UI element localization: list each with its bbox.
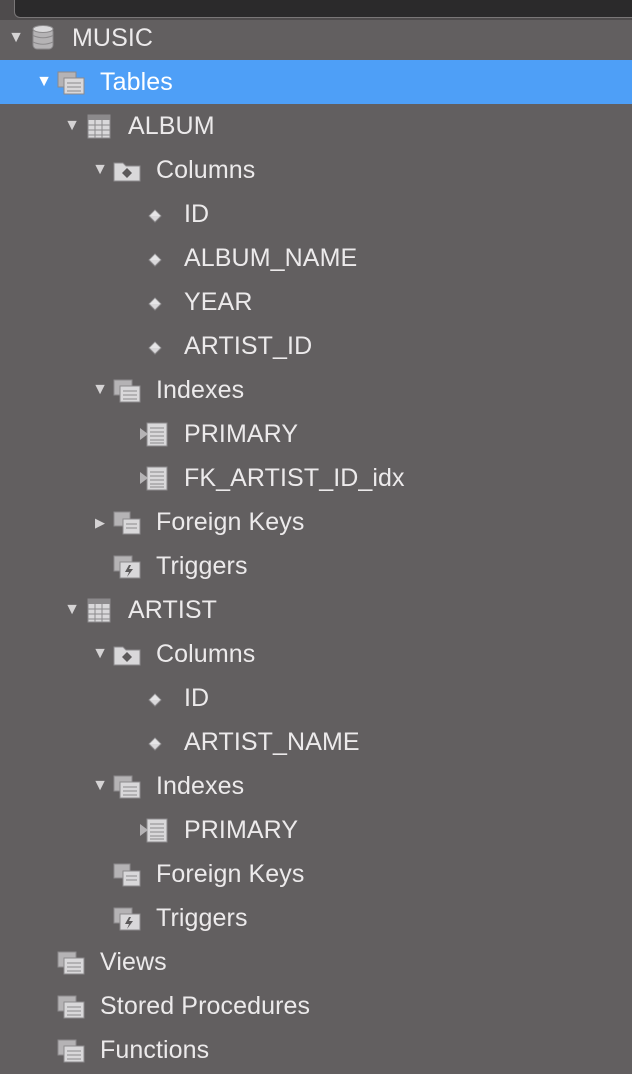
disclosure-expanded-icon[interactable]: ▼: [33, 60, 55, 104]
index-icon: [140, 420, 170, 448]
database-icon: [28, 24, 58, 52]
column-diamond-icon: [140, 728, 170, 756]
tree-row-label: PRIMARY: [184, 816, 299, 844]
tree-row-label: ID: [184, 200, 210, 228]
tables-folder-icon: [56, 68, 86, 96]
column-diamond-icon: [140, 244, 170, 272]
table-icon: [84, 112, 114, 140]
tree-row-label: FK_ARTIST_ID_idx: [184, 464, 405, 492]
tree-row-artist[interactable]: ▼ ARTIST: [0, 588, 632, 632]
disclosure-expanded-icon[interactable]: ▼: [89, 632, 111, 676]
tree-row-label: Indexes: [156, 376, 245, 404]
indexes-folder-icon: [112, 772, 142, 800]
disclosure-expanded-icon[interactable]: ▼: [89, 764, 111, 808]
tree-row-label: Triggers: [156, 904, 248, 932]
tree-row-label: ARTIST_NAME: [184, 728, 360, 756]
disclosure-expanded-icon[interactable]: ▼: [89, 368, 111, 412]
tree-row-label: Columns: [156, 640, 256, 668]
tree-row-album[interactable]: ▼ ALBUM: [0, 104, 632, 148]
tree-row-label: Tables: [100, 68, 173, 96]
index-icon: [140, 464, 170, 492]
column-diamond-icon: [140, 200, 170, 228]
schema-tree: ▼ MUSIC ▼ Tables ▼ ALBUM ▼ Columns ID AL…: [0, 16, 632, 1072]
tree-row-label: Triggers: [156, 552, 248, 580]
tree-row-label: ARTIST_ID: [184, 332, 313, 360]
column-diamond-icon: [140, 332, 170, 360]
disclosure-expanded-icon[interactable]: ▼: [89, 148, 111, 192]
tree-row-stored-procedures[interactable]: Stored Procedures: [0, 984, 632, 1028]
views-folder-icon: [56, 948, 86, 976]
tree-row-label: ARTIST: [128, 596, 218, 624]
tree-row-album-foreign-keys[interactable]: ▶ Foreign Keys: [0, 500, 632, 544]
tree-row-label: PRIMARY: [184, 420, 299, 448]
tree-row-label: ID: [184, 684, 210, 712]
tree-row-album-indexes[interactable]: ▼ Indexes: [0, 368, 632, 412]
tree-row-label: Views: [100, 948, 167, 976]
tree-row-artist-col-artist-name[interactable]: ARTIST_NAME: [0, 720, 632, 764]
foreign-keys-folder-icon: [112, 860, 142, 888]
tree-row-tables[interactable]: ▼ Tables: [0, 60, 632, 104]
tree-row-album-col-id[interactable]: ID: [0, 192, 632, 236]
tree-row-artist-col-id[interactable]: ID: [0, 676, 632, 720]
tree-row-label: Stored Procedures: [100, 992, 311, 1020]
tree-row-music[interactable]: ▼ MUSIC: [0, 16, 632, 60]
disclosure-expanded-icon[interactable]: ▼: [5, 16, 27, 60]
tree-row-functions[interactable]: Functions: [0, 1028, 632, 1072]
tree-row-label: Columns: [156, 156, 256, 184]
foreign-keys-folder-icon: [112, 508, 142, 536]
tree-row-label: Foreign Keys: [156, 860, 305, 888]
column-diamond-icon: [140, 684, 170, 712]
tree-row-artist-idx-primary[interactable]: PRIMARY: [0, 808, 632, 852]
column-diamond-icon: [140, 288, 170, 316]
columns-folder-icon: [112, 156, 142, 184]
tree-row-views[interactable]: Views: [0, 940, 632, 984]
tree-row-label: MUSIC: [72, 24, 154, 52]
tree-row-label: YEAR: [184, 288, 253, 316]
tree-row-label: Indexes: [156, 772, 245, 800]
tree-row-album-columns[interactable]: ▼ Columns: [0, 148, 632, 192]
tree-row-artist-triggers[interactable]: Triggers: [0, 896, 632, 940]
tree-row-artist-foreign-keys[interactable]: Foreign Keys: [0, 852, 632, 896]
disclosure-expanded-icon[interactable]: ▼: [61, 588, 83, 632]
tree-row-label: ALBUM: [128, 112, 215, 140]
tree-row-label: ALBUM_NAME: [184, 244, 358, 272]
triggers-folder-icon: [112, 904, 142, 932]
columns-folder-icon: [112, 640, 142, 668]
tree-row-label: Foreign Keys: [156, 508, 305, 536]
tree-row-album-col-artist-id[interactable]: ARTIST_ID: [0, 324, 632, 368]
triggers-folder-icon: [112, 552, 142, 580]
functions-folder-icon: [56, 1036, 86, 1064]
tree-row-artist-columns[interactable]: ▼ Columns: [0, 632, 632, 676]
tree-row-album-triggers[interactable]: Triggers: [0, 544, 632, 588]
table-icon: [84, 596, 114, 624]
tree-row-album-idx-fk-artist[interactable]: FK_ARTIST_ID_idx: [0, 456, 632, 500]
tree-row-label: Functions: [100, 1036, 210, 1064]
index-icon: [140, 816, 170, 844]
procedures-folder-icon: [56, 992, 86, 1020]
tree-row-album-col-album-name[interactable]: ALBUM_NAME: [0, 236, 632, 280]
disclosure-collapsed-icon[interactable]: ▶: [89, 500, 111, 544]
disclosure-expanded-icon[interactable]: ▼: [61, 104, 83, 148]
tree-row-album-col-year[interactable]: YEAR: [0, 280, 632, 324]
tree-row-album-idx-primary[interactable]: PRIMARY: [0, 412, 632, 456]
indexes-folder-icon: [112, 376, 142, 404]
tree-row-artist-indexes[interactable]: ▼ Indexes: [0, 764, 632, 808]
